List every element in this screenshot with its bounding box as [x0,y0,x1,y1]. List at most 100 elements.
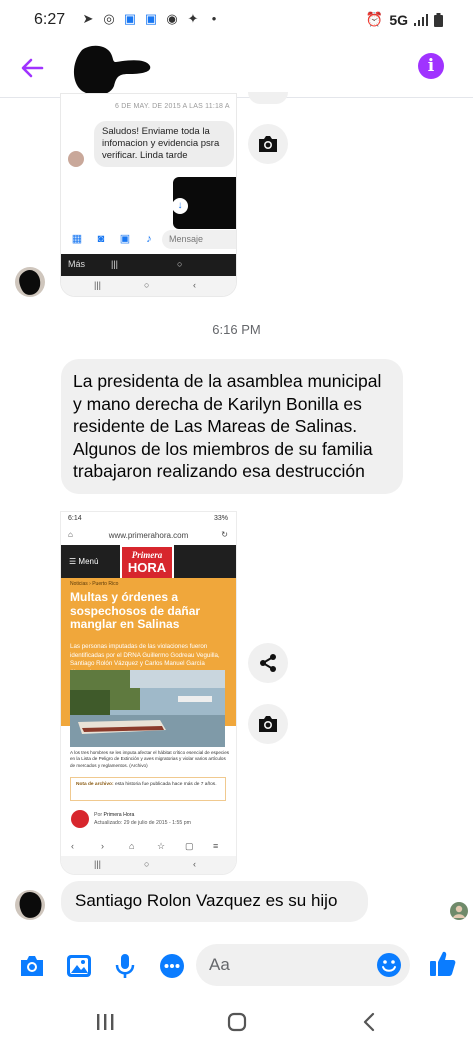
shared-screenshot-2[interactable]: 6:14 33% ⌂ www.primerahora.com ↻ ☰ Menú … [61,512,236,874]
article-breadcrumb: Noticias › Puerto Rico [70,581,119,587]
save-photo-button[interactable] [248,124,288,164]
screenshot-avatar [68,151,84,167]
notification-icons: ➤ ◎ ▣ ▣ ◉ ✦ • [80,11,222,27]
home-icon: ○ [144,859,150,869]
article-author: Por Primera Hora Actualizado: 29 de juli… [94,811,191,827]
browser-forward-icon: › [101,841,104,851]
screenshot-battery: 33% [213,515,228,522]
battery-icon [434,12,443,27]
screenshot-input-field: Mensaje [162,230,236,249]
recents-icon: ||| [94,280,102,290]
back-icon[interactable] [362,1012,376,1032]
browser-back-icon: ‹ [71,841,74,851]
info-icon[interactable]: i [418,53,444,79]
message-input-placeholder: Aa [209,955,230,974]
browser-home-icon: ⌂ [129,841,135,851]
share-icon [260,654,276,672]
instagram-icon: ◉ [166,11,178,26]
camera-icon: ◙ [97,233,105,245]
share-button[interactable] [248,643,288,683]
screenshot-more-label: Más [68,259,86,269]
seen-receipt-avatar [450,902,468,920]
screenshot-status-bar: 6:14 33% [61,512,236,526]
site-menu-label: Menú [78,557,99,566]
recents-icon: ||| [111,259,119,269]
youtube-icon: ▣ [123,11,137,26]
share-button-partial[interactable] [248,92,288,104]
browser-toolbar: ‹ › ⌂ ☆ ▢ ≡ [61,838,236,856]
screenshot-input-bar: ▦ ◙ ▣ ♪ Mensaje [61,227,236,251]
status-time: 6:27 [34,11,66,28]
camera-icon[interactable] [18,952,46,980]
save-photo-button[interactable] [248,704,288,744]
logo-bottom-text: HORA [127,560,167,575]
twitter-icon: ✦ [187,11,199,26]
home-icon: ○ [177,259,183,269]
browser-url: www.primerahora.com [108,531,189,540]
messenger-chat-screen: 6:27 ➤ ◎ ▣ ▣ ◉ ✦ • ⏰ 5G i 6 DE MAY. DE 2… [0,0,473,1051]
contact-avatar-small[interactable] [14,889,46,921]
back-icon: ‹ [193,859,196,869]
more-notifications-dot: • [211,11,217,26]
time-separator: 6:16 PM [212,322,261,337]
photo-caption: A los tres hombres se les imputa afectar… [70,750,230,768]
archive-note: Nota de archivo: esta historia fue publi… [70,777,226,801]
message-bubble-1[interactable]: La presidenta de la asamblea municipal y… [61,359,403,494]
shared-screenshot-1[interactable]: 6 DE MAY. DE 2015 A LAS 11:18 A Saludos!… [61,94,236,296]
article-updated: Actualizado: 29 de julio de 2015 - 1:55 … [94,820,191,826]
site-top-bar: ☰ Menú Primera HORA [61,545,236,582]
like-icon[interactable] [428,949,458,979]
article-photo [70,670,225,747]
message-bubble-2[interactable]: Santiago Rolon Vazquez es su hijo [61,881,368,922]
archive-note-text: esta historia fue publicada hace más de … [114,782,217,787]
youtube-icon-2: ▣ [144,11,158,26]
system-nav-bar [0,998,473,1051]
alarm-icon: ⏰ [365,11,384,27]
browser-bookmark-icon: ☆ [157,841,166,851]
contact-avatar-redacted[interactable] [68,44,152,96]
download-icon: ↓ [172,198,188,214]
signal-icon [414,13,428,26]
apps-icon: ▦ [71,233,83,245]
status-right: ⏰ 5G [366,11,443,28]
home-icon[interactable] [227,1012,247,1032]
browser-url-bar: ⌂ www.primerahora.com ↻ [61,527,236,545]
cast-icon: ◎ [103,11,115,26]
message-composer: Aa [0,940,473,996]
author-avatar [71,810,89,828]
browser-menu-icon: ≡ [213,841,219,851]
back-icon: ‹ [193,280,196,290]
emoji-icon[interactable] [376,952,402,978]
status-bar: 6:27 ➤ ◎ ▣ ▣ ◉ ✦ • ⏰ 5G [0,0,473,40]
archive-note-label: Nota de archivo: [76,782,114,787]
screenshot-system-navbar: ||| ○ ‹ [61,276,236,296]
more-icon[interactable] [158,952,186,980]
camera-icon [259,716,277,732]
message-input[interactable]: Aa [196,944,410,986]
browser-tabs-icon: ▢ [185,841,194,851]
home-icon: ○ [144,280,150,290]
home-icon: ⌂ [68,530,73,539]
gallery-icon: ▣ [119,233,131,245]
recents-icon[interactable] [96,1013,114,1031]
screenshot-date-line: 6 DE MAY. DE 2015 A LAS 11:18 A [115,103,230,110]
reload-icon: ↻ [221,530,228,539]
chat-header: i [0,40,473,98]
camera-icon [259,136,277,152]
primera-hora-logo: Primera HORA [120,545,174,582]
screenshot-dark-navbar: Más ||| ○ [61,254,236,276]
site-menu: ☰ Menú [69,557,99,566]
telegram-icon: ➤ [82,11,94,26]
contact-avatar-small[interactable] [14,266,46,298]
recents-icon: ||| [94,859,102,869]
article-headline: Multas y órdenes a sospechosos de dañar … [70,590,201,631]
author-prefix: Por [94,812,103,818]
network-type: 5G [389,11,408,28]
microphone-icon: ♪ [146,233,152,245]
microphone-icon[interactable] [111,952,139,980]
screenshot-message-bubble: Saludos! Enviame toda la infomacion y ev… [94,121,234,167]
back-arrow-icon[interactable] [18,54,46,82]
author-name: Primera Hora [103,812,135,818]
gallery-icon[interactable] [65,952,93,980]
screenshot-system-navbar: ||| ○ ‹ [61,856,236,874]
